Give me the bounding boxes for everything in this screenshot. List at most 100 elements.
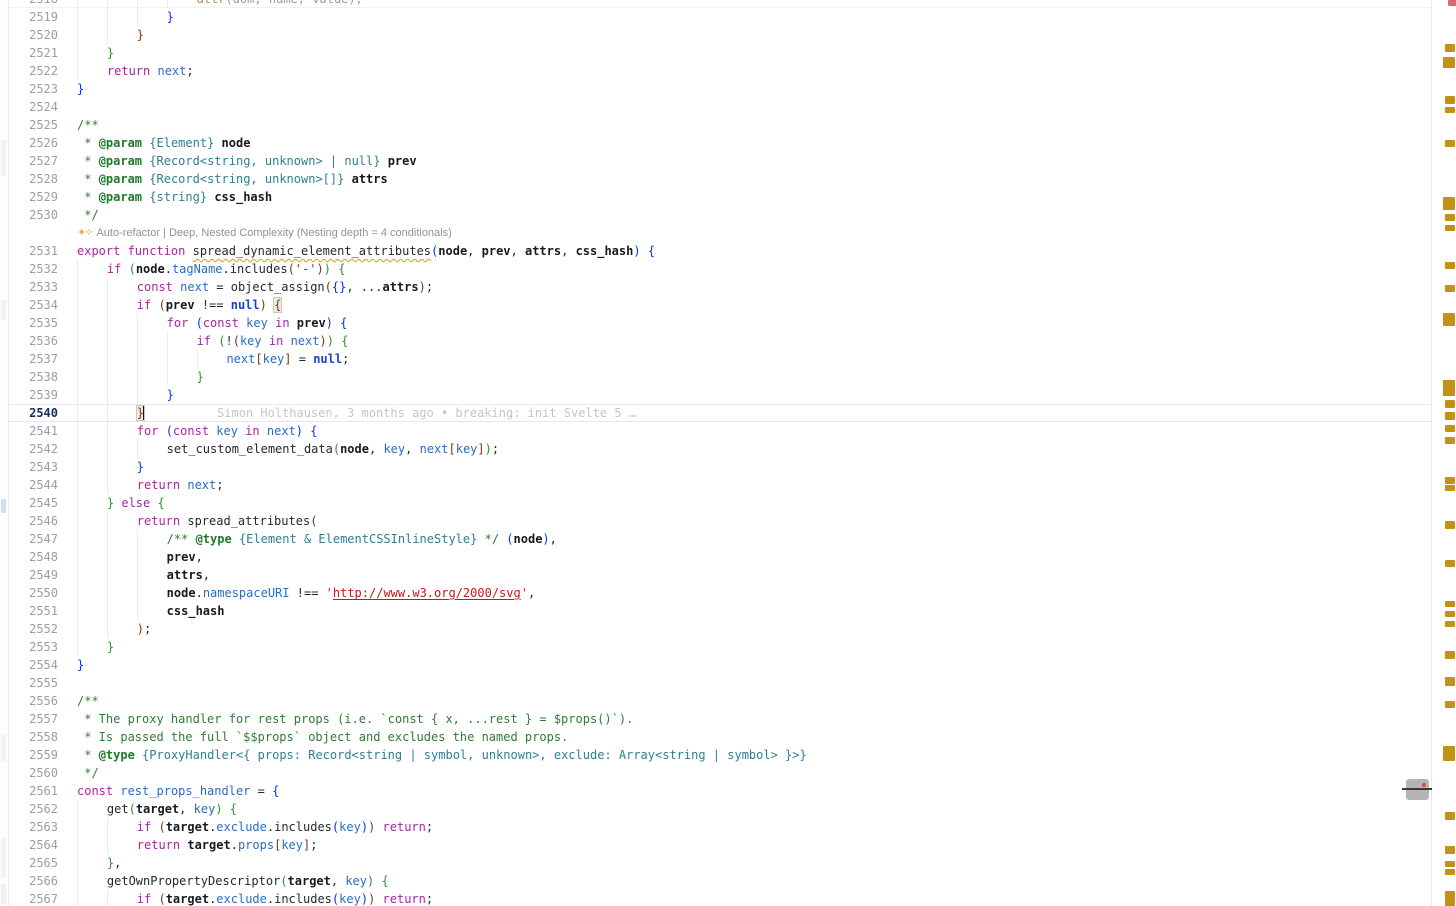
- code-line-content[interactable]: * @type {ProxyHandler<{ props: Record<st…: [58, 746, 1431, 764]
- code-line-content[interactable]: * @param {Element} node: [58, 134, 1431, 152]
- code-line[interactable]: 2550node.namespaceURI !== 'http://www.w3…: [0, 584, 1431, 602]
- code-line[interactable]: 2521}: [0, 44, 1431, 62]
- code-line-content[interactable]: next[key] = null;: [58, 350, 1431, 368]
- code-line[interactable]: 2531export function spread_dynamic_eleme…: [0, 242, 1431, 260]
- code-line-content[interactable]: } else {: [58, 494, 1431, 512]
- code-line[interactable]: 2537next[key] = null;: [0, 350, 1431, 368]
- codelens-label[interactable]: Auto-refactor | Deep, Nested Complexity …: [96, 224, 451, 242]
- code-line-content[interactable]: [58, 674, 1431, 692]
- code-line-content[interactable]: return spread_attributes(: [58, 512, 1431, 530]
- overview-ruler[interactable]: [1431, 0, 1456, 906]
- code-line[interactable]: 2528 * @param {Record<string, unknown>[]…: [0, 170, 1431, 188]
- code-line-content[interactable]: }: [58, 638, 1431, 656]
- code-line[interactable]: 2559 * @type {ProxyHandler<{ props: Reco…: [0, 746, 1431, 764]
- code-line-content[interactable]: return next;: [58, 476, 1431, 494]
- code-line-content[interactable]: if (prev !== null) {: [58, 296, 1431, 314]
- code-line-content[interactable]: const next = object_assign({}, ...attrs)…: [58, 278, 1431, 296]
- code-line-content[interactable]: css_hash: [58, 602, 1431, 620]
- code-line-content[interactable]: );: [58, 620, 1431, 638]
- code-line[interactable]: 2552);: [0, 620, 1431, 638]
- code-line[interactable]: 2543}: [0, 458, 1431, 476]
- code-line-content[interactable]: node.namespaceURI !== 'http://www.w3.org…: [58, 584, 1431, 602]
- code-line-content[interactable]: }: [58, 656, 1431, 674]
- code-line[interactable]: 2567if (target.exclude.includes(key)) re…: [0, 890, 1431, 906]
- code-line-content[interactable]: for (const key in next) {: [58, 422, 1431, 440]
- code-line-content[interactable]: }: [58, 80, 1431, 98]
- code-line-content[interactable]: }: [58, 458, 1431, 476]
- code-line[interactable]: 2526 * @param {Element} node: [0, 134, 1431, 152]
- code-line-content[interactable]: [58, 98, 1431, 116]
- code-line[interactable]: 2566getOwnPropertyDescriptor(target, key…: [0, 872, 1431, 890]
- code-line[interactable]: 2556/**: [0, 692, 1431, 710]
- code-line[interactable]: 2538}: [0, 368, 1431, 386]
- code-line[interactable]: 2527 * @param {Record<string, unknown> |…: [0, 152, 1431, 170]
- code-line[interactable]: 2532if (node.tagName.includes('-')) {: [0, 260, 1431, 278]
- code-line-content[interactable]: }: [58, 8, 1431, 26]
- code-line[interactable]: 2519}: [0, 8, 1431, 26]
- code-line[interactable]: 2560 */: [0, 764, 1431, 782]
- code-line[interactable]: 2539}: [0, 386, 1431, 404]
- code-line-content[interactable]: get(target, key) {: [58, 800, 1431, 818]
- code-line-content[interactable]: prev,: [58, 548, 1431, 566]
- code-line-content[interactable]: const rest_props_handler = {: [58, 782, 1431, 800]
- code-line[interactable]: 2555: [0, 674, 1431, 692]
- code-line[interactable]: 2524: [0, 98, 1431, 116]
- code-line-content[interactable]: if (!(key in next)) {: [58, 332, 1431, 350]
- code-line[interactable]: 2545} else {: [0, 494, 1431, 512]
- code-line[interactable]: 2548prev,: [0, 548, 1431, 566]
- code-line-content[interactable]: }: [58, 26, 1431, 44]
- code-area[interactable]: 2518attr(dom, name, value);2519}2520}252…: [0, 0, 1431, 906]
- code-line-content[interactable]: * @param {string} css_hash: [58, 188, 1431, 206]
- code-line[interactable]: 2534if (prev !== null) {: [0, 296, 1431, 314]
- code-line-content[interactable]: }: [58, 368, 1431, 386]
- code-line-content[interactable]: getOwnPropertyDescriptor(target, key) {: [58, 872, 1431, 890]
- code-line-content[interactable]: * @param {Record<string, unknown> | null…: [58, 152, 1431, 170]
- code-line-content[interactable]: * Is passed the full `$$props` object an…: [58, 728, 1431, 746]
- code-line[interactable]: 2551css_hash: [0, 602, 1431, 620]
- code-line[interactable]: 2564return target.props[key];: [0, 836, 1431, 854]
- code-line[interactable]: 2540}Simon Holthausen, 3 months ago • br…: [0, 404, 1431, 422]
- code-line[interactable]: 2561const rest_props_handler = {: [0, 782, 1431, 800]
- code-line[interactable]: 2557 * The proxy handler for rest props …: [0, 710, 1431, 728]
- code-line-content[interactable]: return next;: [58, 62, 1431, 80]
- code-line[interactable]: 2541for (const key in next) {: [0, 422, 1431, 440]
- code-line[interactable]: 2529 * @param {string} css_hash: [0, 188, 1431, 206]
- code-line[interactable]: 2536if (!(key in next)) {: [0, 332, 1431, 350]
- code-line[interactable]: 2522return next;: [0, 62, 1431, 80]
- code-line-content[interactable]: * @param {Record<string, unknown>[]} att…: [58, 170, 1431, 188]
- code-line-content[interactable]: */: [58, 764, 1431, 782]
- code-line[interactable]: 2565},: [0, 854, 1431, 872]
- code-line-content[interactable]: * The proxy handler for rest props (i.e.…: [58, 710, 1431, 728]
- code-line-content[interactable]: if (target.exclude.includes(key)) return…: [58, 890, 1431, 906]
- code-line-content[interactable]: */: [58, 206, 1431, 224]
- code-line[interactable]: 2549attrs,: [0, 566, 1431, 584]
- code-line-content[interactable]: if (node.tagName.includes('-')) {: [58, 260, 1431, 278]
- code-line-content[interactable]: }: [58, 386, 1431, 404]
- codelens[interactable]: ✦✧Auto-refactor | Deep, Nested Complexit…: [0, 224, 1431, 242]
- code-line[interactable]: 2558 * Is passed the full `$$props` obje…: [0, 728, 1431, 746]
- code-line[interactable]: 2554}: [0, 656, 1431, 674]
- code-line[interactable]: 2553}: [0, 638, 1431, 656]
- code-line-content[interactable]: export function spread_dynamic_element_a…: [58, 242, 1431, 260]
- code-line-content[interactable]: attrs,: [58, 566, 1431, 584]
- code-line-content[interactable]: if (target.exclude.includes(key)) return…: [58, 818, 1431, 836]
- code-line[interactable]: 2544return next;: [0, 476, 1431, 494]
- code-line[interactable]: 2563if (target.exclude.includes(key)) re…: [0, 818, 1431, 836]
- code-line-content[interactable]: /**: [58, 692, 1431, 710]
- code-line[interactable]: 2535for (const key in prev) {: [0, 314, 1431, 332]
- code-line-content[interactable]: }: [58, 44, 1431, 62]
- code-line-content[interactable]: }Simon Holthausen, 3 months ago • breaki…: [58, 404, 1431, 422]
- code-line-content[interactable]: /**: [58, 116, 1431, 134]
- code-line[interactable]: 2520}: [0, 26, 1431, 44]
- code-line-content[interactable]: for (const key in prev) {: [58, 314, 1431, 332]
- code-line[interactable]: 2533const next = object_assign({}, ...at…: [0, 278, 1431, 296]
- code-line-content[interactable]: set_custom_element_data(node, key, next[…: [58, 440, 1431, 458]
- code-line[interactable]: 2562get(target, key) {: [0, 800, 1431, 818]
- code-line-content[interactable]: /** @type {Element & ElementCSSInlineSty…: [58, 530, 1431, 548]
- code-line-content[interactable]: return target.props[key];: [58, 836, 1431, 854]
- code-line[interactable]: 2525/**: [0, 116, 1431, 134]
- code-line-content[interactable]: },: [58, 854, 1431, 872]
- code-line[interactable]: 2546return spread_attributes(: [0, 512, 1431, 530]
- code-line[interactable]: 2547/** @type {Element & ElementCSSInlin…: [0, 530, 1431, 548]
- code-line[interactable]: 2542set_custom_element_data(node, key, n…: [0, 440, 1431, 458]
